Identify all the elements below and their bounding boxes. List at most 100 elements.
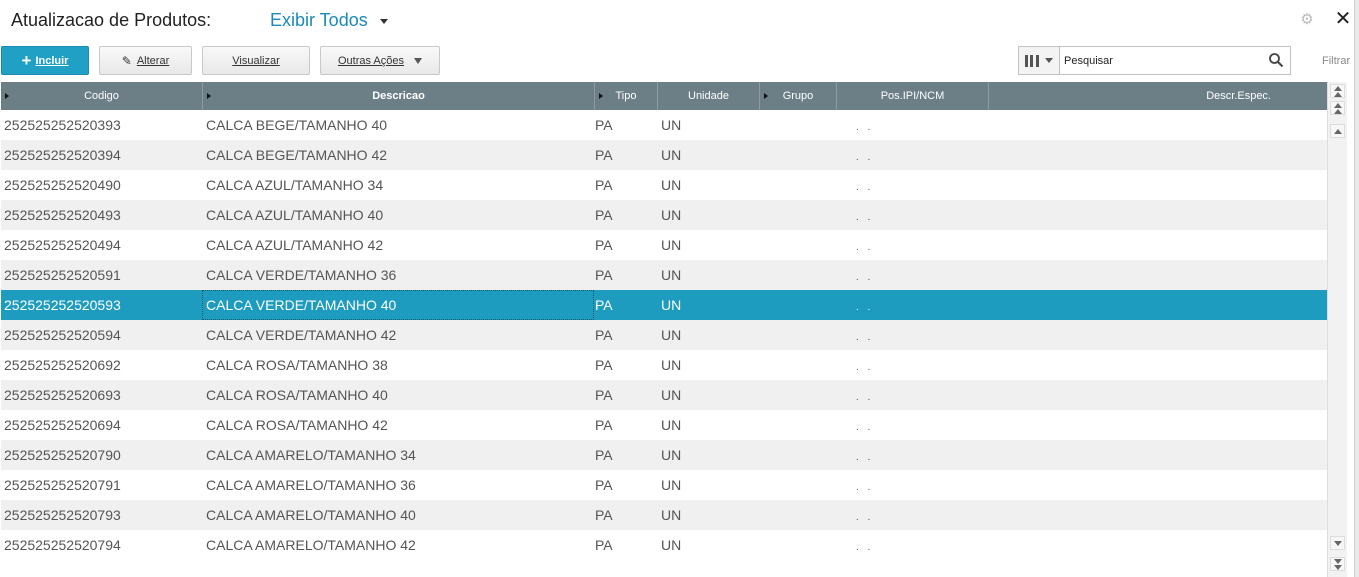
- vertical-scrollbar[interactable]: [1327, 82, 1347, 577]
- cell-ncm: . .: [856, 392, 874, 403]
- column-header-unidade[interactable]: Unidade: [658, 82, 760, 110]
- column-header-tipo[interactable]: Tipo: [595, 82, 658, 110]
- cell-ncm: . .: [856, 242, 874, 253]
- chevron-down-icon: [414, 57, 423, 64]
- scroll-page-down-icon[interactable]: [1330, 557, 1345, 571]
- column-header-descr-espec[interactable]: Descr.Espec.: [989, 82, 1327, 110]
- cell-tipo: PA: [595, 357, 613, 373]
- cell-tipo: PA: [595, 477, 613, 493]
- cell-unidade: UN: [661, 417, 682, 433]
- cell-ncm: . .: [856, 452, 874, 463]
- cell-descricao: CALCA ROSA/TAMANHO 40: [206, 387, 388, 403]
- column-label: Descricao: [372, 90, 425, 102]
- column-label: Pos.IPI/NCM: [880, 90, 945, 102]
- cell-codigo: 252525252520490: [4, 177, 121, 193]
- table-row[interactable]: 252525252520394 CALCA BEGE/TAMANHO 42 PA UN…: [1, 140, 1327, 170]
- cell-codigo: 252525252520493: [4, 207, 121, 223]
- cell-ncm: . .: [856, 362, 874, 373]
- column-label: Grupo: [782, 90, 814, 102]
- cell-descricao: CALCA BEGE/TAMANHO 42: [206, 147, 388, 163]
- table-row[interactable]: 252525252520594 CALCA VERDE/TAMANHO 42 PA U…: [1, 320, 1327, 350]
- filtrar-link[interactable]: Filtrar: [1322, 55, 1350, 67]
- alterar-button[interactable]: ✎ Alterar: [99, 46, 192, 75]
- scroll-page-up-icon[interactable]: [1330, 101, 1345, 115]
- cell-codigo: 252525252520494: [4, 237, 121, 253]
- cell-ncm: . .: [856, 542, 874, 553]
- cell-ncm: . .: [856, 512, 874, 523]
- cell-codigo: 252525252520793: [4, 507, 121, 523]
- expand-arrow-icon: [207, 93, 211, 99]
- table-row[interactable]: 252525252520790 CALCA AMARELO/TAMANHO 34 P…: [1, 440, 1327, 470]
- chevron-down-icon: [379, 18, 388, 24]
- cell-unidade: UN: [661, 387, 682, 403]
- visualizar-button[interactable]: Visualizar: [202, 46, 310, 75]
- cell-codigo: 252525252520794: [4, 537, 121, 553]
- scroll-up-icon[interactable]: [1330, 124, 1345, 138]
- cell-descricao: CALCA AZUL/TAMANHO 42: [206, 237, 384, 253]
- cell-tipo: PA: [595, 537, 613, 553]
- table-row[interactable]: 252525252520493 CALCA AZUL/TAMANHO 40 PA UN…: [1, 200, 1327, 230]
- incluir-label: Incluir: [35, 54, 69, 67]
- scroll-down-icon[interactable]: [1330, 536, 1345, 550]
- table-row[interactable]: 252525252520794 CALCA AMARELO/TAMANHO 42 P…: [1, 530, 1327, 560]
- search-icon[interactable]: [1268, 52, 1284, 68]
- cell-unidade: UN: [661, 537, 682, 553]
- table-row[interactable]: 252525252520393 CALCA BEGE/TAMANHO 40 PA UN…: [1, 110, 1327, 140]
- column-header-codigo[interactable]: Codigo: [1, 82, 203, 110]
- cell-descricao: CALCA VERDE/TAMANHO 40: [206, 297, 397, 313]
- table-row[interactable]: 252525252520793 CALCA AMARELO/TAMANHO 40 P…: [1, 500, 1327, 530]
- cell-descricao: CALCA AZUL/TAMANHO 34: [206, 177, 384, 193]
- cell-tipo: PA: [595, 267, 613, 283]
- cell-descricao: CALCA AMARELO/TAMANHO 40: [206, 507, 416, 523]
- cell-tipo: PA: [595, 297, 613, 313]
- cell-descricao: CALCA AMARELO/TAMANHO 42: [206, 537, 416, 553]
- cell-ncm: . .: [856, 182, 874, 193]
- cell-codigo: 252525252520692: [4, 357, 121, 373]
- cell-descricao: CALCA VERDE/TAMANHO 36: [206, 267, 397, 283]
- cell-descricao: CALCA AMARELO/TAMANHO 36: [206, 477, 416, 493]
- cell-ncm: . .: [856, 422, 874, 433]
- cell-tipo: PA: [595, 507, 613, 523]
- cell-unidade: UN: [661, 477, 682, 493]
- column-picker-button[interactable]: [1018, 46, 1059, 75]
- cell-codigo: 252525252520393: [4, 117, 121, 133]
- table-row[interactable]: 252525252520591 CALCA VERDE/TAMANHO 36 PA U…: [1, 260, 1327, 290]
- visualizar-label: Visualizar: [232, 54, 280, 67]
- close-icon[interactable]: ✕: [1333, 9, 1353, 29]
- cell-unidade: UN: [661, 237, 682, 253]
- grid-header: Codigo Descricao Tipo Unidade Grupo Pos.…: [1, 82, 1327, 110]
- outras-acoes-button[interactable]: Outras Ações: [320, 46, 440, 75]
- column-header-grupo[interactable]: Grupo: [760, 82, 837, 110]
- cell-codigo: 252525252520591: [4, 267, 121, 283]
- search-input[interactable]: [1059, 46, 1291, 75]
- table-row[interactable]: 252525252520490 CALCA AZUL/TAMANHO 34 PA UN…: [1, 170, 1327, 200]
- pencil-icon: ✎: [121, 53, 132, 68]
- cell-descricao: CALCA AMARELO/TAMANHO 34: [206, 447, 416, 463]
- chevron-down-icon: [1045, 58, 1053, 63]
- cell-descricao: CALCA ROSA/TAMANHO 42: [206, 417, 388, 433]
- incluir-button[interactable]: + Incluir: [1, 46, 89, 75]
- cell-unidade: UN: [661, 447, 682, 463]
- column-header-ncm[interactable]: Pos.IPI/NCM: [837, 82, 989, 110]
- view-filter-dropdown[interactable]: Exibir Todos: [270, 10, 388, 31]
- title-bar: Atualizacao de Produtos: Exibir Todos ⚙ …: [0, 0, 1359, 42]
- table-row[interactable]: 252525252520494 CALCA AZUL/TAMANHO 42 PA UN…: [1, 230, 1327, 260]
- gear-icon[interactable]: ⚙: [1299, 12, 1315, 28]
- column-label: Codigo: [84, 90, 119, 102]
- cell-tipo: PA: [595, 147, 613, 163]
- cell-unidade: UN: [661, 357, 682, 373]
- cell-tipo: PA: [595, 207, 613, 223]
- table-row[interactable]: 252525252520693 CALCA ROSA/TAMANHO 40 PA UN…: [1, 380, 1327, 410]
- cell-ncm: . .: [856, 332, 874, 343]
- table-row[interactable]: 252525252520694 CALCA ROSA/TAMANHO 42 PA UN…: [1, 410, 1327, 440]
- cell-ncm: . .: [856, 122, 874, 133]
- cell-unidade: UN: [661, 297, 682, 313]
- table-row[interactable]: 252525252520791 CALCA AMARELO/TAMANHO 36 P…: [1, 470, 1327, 500]
- cell-tipo: PA: [595, 417, 613, 433]
- cell-tipo: PA: [595, 447, 613, 463]
- table-row[interactable]: 252525252520692 CALCA ROSA/TAMANHO 38 PA UN…: [1, 350, 1327, 380]
- plus-icon: +: [21, 50, 32, 70]
- table-row[interactable]: 252525252520593 CALCA VERDE/TAMANHO 40 PA U…: [1, 290, 1327, 320]
- scroll-top-icon[interactable]: [1330, 84, 1345, 98]
- column-header-descricao[interactable]: Descricao: [203, 82, 595, 110]
